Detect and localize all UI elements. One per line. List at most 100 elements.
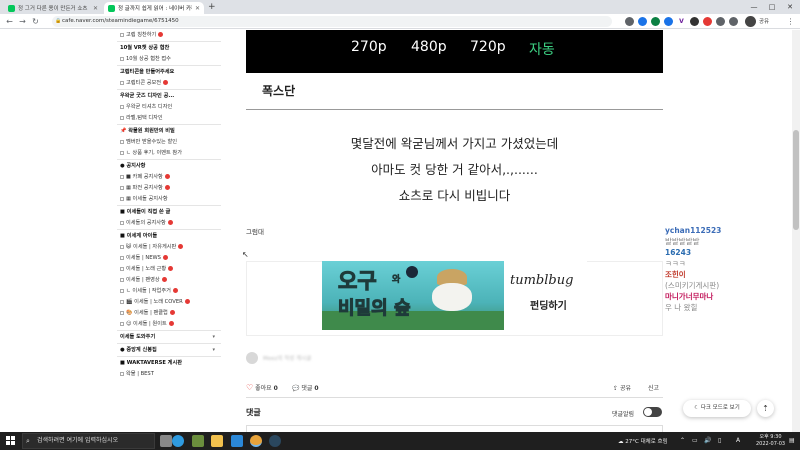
quality-option-auto[interactable]: 자동 bbox=[529, 39, 555, 59]
funding-cta[interactable]: 펀딩하기 bbox=[530, 297, 567, 312]
sidebar-item[interactable]: 이세돌 | 노래 근황 bbox=[117, 264, 221, 275]
sidebar-item[interactable]: 우왁굳 티셔츠 디자인 bbox=[117, 102, 221, 113]
notification-icon[interactable]: ▤ bbox=[789, 437, 795, 444]
dot-extension-icon[interactable] bbox=[690, 17, 699, 26]
sidebar-item[interactable]: 😊 이세돌 | 원이트 bbox=[117, 319, 221, 330]
close-tab-icon[interactable]: ✕ bbox=[195, 5, 200, 12]
maximize-button[interactable]: □ bbox=[763, 0, 781, 14]
address-bar[interactable]: 🔒 cafe.naver.com/steamindiegame/6751450 bbox=[52, 16, 612, 27]
windows-start-icon[interactable] bbox=[6, 436, 16, 446]
volume-icon[interactable]: 🔊 bbox=[704, 437, 711, 444]
avatar[interactable] bbox=[745, 16, 756, 27]
sidebar-group-heading[interactable]: ● 중앙계 신봉집 ▾ bbox=[117, 343, 221, 356]
author-profile[interactable]: Meez의 작성 게시글 bbox=[246, 352, 311, 364]
puzzle-icon[interactable] bbox=[716, 17, 725, 26]
color-picker-icon[interactable] bbox=[651, 17, 660, 26]
taskbar-clock[interactable]: 오후 9:30 2022-07-03 bbox=[756, 434, 785, 448]
post-body-line: 몇달전에 왁굳님께서 가지고 가셨었는데 bbox=[350, 136, 559, 151]
quality-option-270p[interactable]: 270p bbox=[351, 39, 387, 55]
sidebar-group-heading[interactable]: 고렙티콘을 만들어주세요 bbox=[117, 65, 221, 78]
sidebar-group-heading[interactable]: ■ 이세돌이 직접 쓴 글 bbox=[117, 205, 221, 218]
sidebar-group-heading[interactable]: 우왁굳 굿즈 디자인 공... bbox=[117, 89, 221, 102]
video-player[interactable]: 270p 480p 720p 자동 bbox=[246, 30, 663, 73]
reload-icon[interactable]: ↻ bbox=[30, 16, 41, 27]
input-language[interactable]: A bbox=[736, 437, 740, 444]
sidebar-item[interactable]: ■ 카페 공지사항 bbox=[117, 172, 221, 183]
more-menu-icon[interactable]: ⋮ bbox=[785, 16, 796, 27]
sidebar-item[interactable]: 이세돌 | 팬영상 bbox=[117, 275, 221, 286]
close-window-button[interactable]: ✕ bbox=[781, 0, 799, 14]
sidebar-item[interactable]: ▦ 파전 공지사항 bbox=[117, 183, 221, 194]
sidebar-item[interactable]: 고렙티콘 공모전 bbox=[117, 78, 221, 89]
v-extension-icon[interactable]: V bbox=[677, 17, 686, 26]
chrome-icon[interactable] bbox=[250, 435, 262, 447]
scroll-top-button[interactable]: ⇡ bbox=[757, 400, 774, 417]
page-scrollbar[interactable] bbox=[792, 30, 800, 432]
menu-list-icon[interactable] bbox=[729, 17, 738, 26]
sidebar-item[interactable]: 10월 상공 협찬 접수 bbox=[117, 54, 221, 65]
tray-chevron-icon[interactable]: ⌃ bbox=[680, 437, 685, 444]
forward-icon[interactable]: → bbox=[17, 16, 28, 27]
sidebar-group-heading[interactable]: 📌 왁물원 회원만의 비밀 bbox=[117, 124, 221, 137]
visual-studio-icon[interactable] bbox=[231, 435, 243, 447]
task-view-icon[interactable] bbox=[160, 435, 172, 447]
back-icon[interactable]: ← bbox=[4, 16, 15, 27]
minecraft-icon[interactable] bbox=[192, 435, 204, 447]
board-icon bbox=[120, 244, 124, 249]
scrollbar-thumb[interactable] bbox=[793, 130, 799, 230]
share-label: 공유 bbox=[619, 385, 631, 392]
quality-option-480p[interactable]: 480p bbox=[411, 39, 447, 55]
chevron-down-icon[interactable]: ▾ bbox=[212, 344, 215, 356]
sidebar-group-heading[interactable]: ■ WAKTAVERSE 게시판 bbox=[117, 356, 221, 369]
chevron-down-icon[interactable]: ▾ bbox=[212, 331, 215, 343]
sidebar-item[interactable]: 이세돌 | NEWS bbox=[117, 253, 221, 264]
weather-text: 27°C 대체로 흐림 bbox=[625, 439, 668, 445]
sidebar-group-heading[interactable]: 이세돌 도와주기 ▾ bbox=[117, 330, 221, 343]
sidebar-item[interactable]: 라벨,텀택 디자인 bbox=[117, 113, 221, 124]
tumblbug-banner[interactable]: 오구 와 비밀의 숲 tumblbug 펀딩하기 bbox=[322, 261, 587, 330]
sidebar-group-heading[interactable]: ● 공지사항 bbox=[117, 159, 221, 172]
file-explorer-icon[interactable] bbox=[211, 435, 223, 447]
report-button[interactable]: 신고 bbox=[648, 383, 659, 392]
sidebar-item[interactable]: 고렙 칭찬하기 bbox=[117, 30, 221, 41]
steam-icon[interactable] bbox=[269, 435, 281, 447]
sidebar-item[interactable]: ▦ 이세돌 공지사항 bbox=[117, 194, 221, 205]
sidebar-item[interactable]: 왁물 | BEST bbox=[117, 369, 221, 380]
taskbar-search-input[interactable]: ⌕ 검색하려면 여기에 입력하십시오 bbox=[22, 433, 155, 449]
sidebar-item[interactable]: 😺 이세돌 | 자유게시판 bbox=[117, 242, 221, 253]
profile-label[interactable]: 공유 bbox=[759, 17, 769, 25]
sidebar-item[interactable]: ㄴ 이세돌 | 작업주거 bbox=[117, 286, 221, 297]
clock-date: 2022-07-03 bbox=[756, 441, 786, 447]
sidebar-group-heading[interactable]: ■ 이세계 아이돌 bbox=[117, 229, 221, 242]
shield-icon[interactable] bbox=[638, 17, 647, 26]
weather-widget[interactable]: ☁ 27°C 대체로 흐림 bbox=[618, 437, 668, 445]
sidebar-item-label: 고렙 칭찬하기 bbox=[126, 32, 157, 38]
record-icon[interactable] bbox=[703, 17, 712, 26]
edge-icon[interactable] bbox=[172, 435, 184, 447]
board-icon bbox=[120, 185, 124, 190]
share-button[interactable]: ⇪ 공유 bbox=[613, 383, 631, 392]
comment-button[interactable]: 💬 댓글 0 bbox=[292, 383, 319, 392]
browser-tab-1[interactable]: 정 그거 다른 용이 만든거 쇼츠 ✕ bbox=[4, 2, 102, 14]
sidebar-item[interactable]: 멤버만 받을수있는 할인 bbox=[117, 137, 221, 148]
new-tab-button[interactable]: + bbox=[208, 2, 216, 13]
sidebar-item[interactable]: 🎨 이세돌 | 팬클럽 bbox=[117, 308, 221, 319]
comment-notify-toggle[interactable] bbox=[643, 407, 662, 417]
battery-icon[interactable]: ▯ bbox=[718, 437, 721, 444]
download-icon[interactable] bbox=[664, 17, 673, 26]
sidebar-group-heading[interactable]: 10월 VR챗 상공 협찬 bbox=[117, 41, 221, 54]
like-label: 좋아요 bbox=[255, 385, 272, 392]
dark-mode-button[interactable]: ☾ 다크 모드로 보기 bbox=[683, 400, 751, 417]
sidebar-item[interactable]: 이세돌의 공지사항 bbox=[117, 218, 221, 229]
quality-option-720p[interactable]: 720p bbox=[470, 39, 506, 55]
new-badge-icon bbox=[167, 220, 173, 225]
like-button[interactable]: ♡ 좋아요 0 bbox=[246, 383, 278, 392]
close-tab-icon[interactable]: ✕ bbox=[93, 5, 98, 12]
tab-label: 정 글까지 쉽게 읽어 : 네이버 카페 bbox=[118, 6, 192, 12]
extension-icon[interactable] bbox=[625, 17, 634, 26]
minimize-button[interactable]: — bbox=[745, 0, 763, 14]
network-icon[interactable]: ▭ bbox=[692, 437, 698, 444]
sidebar-item[interactable]: 🎬 이세돌 | 노래 COVER bbox=[117, 297, 221, 308]
browser-tab-2[interactable]: 정 글까지 쉽게 읽어 : 네이버 카페 ✕ bbox=[104, 2, 204, 14]
sidebar-item[interactable]: ㄴ 상품 후기, 이벤트 참가 bbox=[117, 148, 221, 159]
